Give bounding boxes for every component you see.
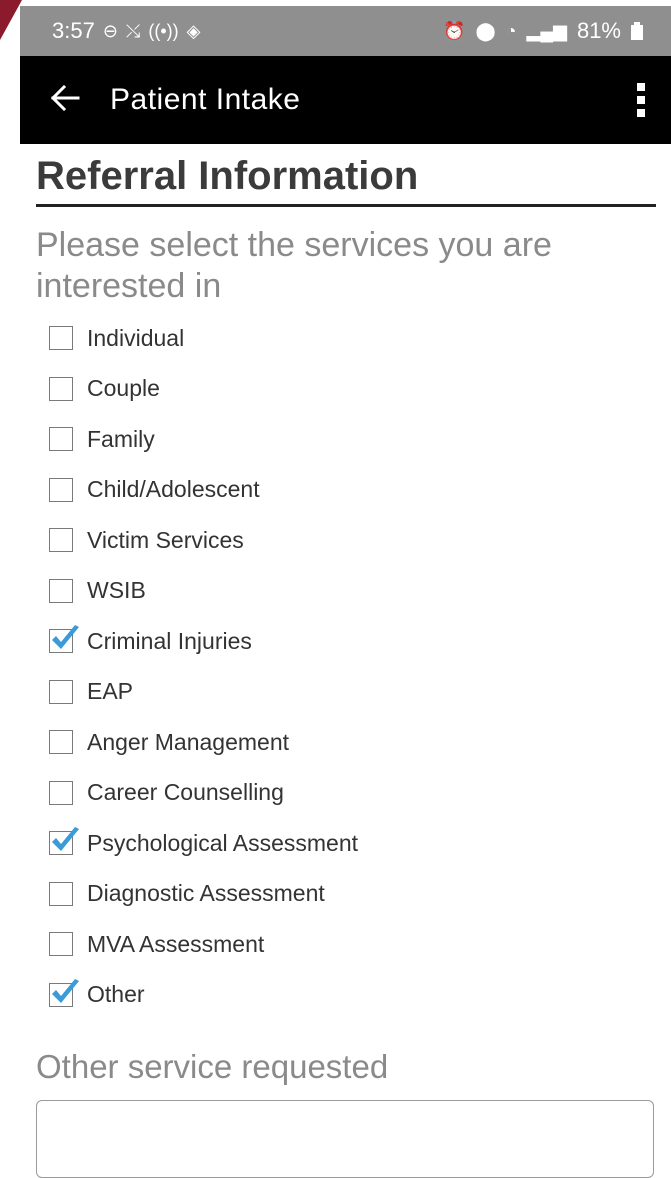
service-checkbox[interactable] [49, 780, 73, 805]
checkmark-icon [52, 827, 79, 852]
service-option-label: Couple [87, 375, 160, 402]
service-option-label: Anger Management [87, 728, 290, 755]
service-option[interactable]: Other [36, 970, 656, 1021]
battery-level: 81% [576, 18, 621, 43]
service-checkbox[interactable] [49, 827, 79, 856]
service-checkbox[interactable] [49, 679, 73, 704]
service-option-label: Criminal Injuries [87, 627, 252, 654]
service-option-label: Individual [87, 324, 185, 351]
hotspot-icon: ((•)) [148, 21, 179, 41]
service-option-label: MVA Assessment [87, 930, 265, 957]
service-option-label: Family [87, 425, 155, 452]
service-option[interactable]: Family [36, 414, 656, 465]
location-icon: ⬤ [475, 21, 496, 41]
service-option[interactable]: Psychological Assessment [36, 818, 656, 869]
checkmark-icon [52, 625, 79, 650]
service-option-label: Diagnostic Assessment [87, 880, 325, 907]
service-option-label: Career Counselling [87, 779, 284, 806]
navigation-icon: ◈ [186, 21, 201, 41]
status-time: 3:57 [52, 18, 95, 43]
service-checkbox[interactable] [49, 730, 73, 755]
service-checkbox[interactable] [49, 578, 73, 603]
back-button[interactable] [20, 82, 110, 119]
service-option[interactable]: Criminal Injuries [36, 616, 656, 667]
signal-icon: ▂▄▆ [526, 21, 567, 41]
missed-call-icon: ⤯ [125, 21, 141, 41]
service-option[interactable]: Career Counselling [36, 768, 656, 819]
do-not-disturb-icon: ⊖ [102, 21, 118, 41]
service-option[interactable]: Anger Management [36, 717, 656, 768]
other-service-label: Other service requested [36, 1048, 389, 1085]
status-left: 3:57 ⊖ ⤯ ((•)) ◈ [52, 18, 200, 44]
service-option-label: Psychological Assessment [87, 829, 359, 856]
alarm-icon: ⏰ [443, 21, 466, 41]
arrow-left-icon [50, 84, 80, 111]
service-checkbox[interactable] [49, 326, 73, 351]
app-bar: Patient Intake [20, 56, 671, 144]
service-checkbox[interactable] [49, 932, 73, 957]
service-option[interactable]: Victim Services [36, 515, 656, 566]
service-option[interactable]: Individual [36, 313, 656, 364]
service-option[interactable]: MVA Assessment [36, 919, 656, 970]
services-question: Please select the services you are inter… [36, 226, 552, 305]
service-option[interactable]: EAP [36, 667, 656, 718]
battery-icon [631, 22, 643, 40]
more-vertical-icon [637, 83, 645, 117]
services-checkbox-list: Individual Couple Family Child/Adolescent Vi… [36, 313, 656, 1020]
page-title: Patient Intake [110, 83, 301, 116]
wifi-icon: ◔ [505, 21, 517, 41]
service-option[interactable]: Diagnostic Assessment [36, 869, 656, 920]
service-checkbox[interactable] [49, 625, 79, 654]
checkmark-icon [52, 978, 79, 1003]
service-checkbox[interactable] [49, 427, 73, 452]
service-checkbox[interactable] [49, 376, 73, 401]
service-checkbox[interactable] [49, 477, 73, 502]
service-option-label: Child/Adolescent [87, 476, 260, 503]
form-content: Referral Information Please select the s… [36, 144, 656, 1178]
service-option-label: Victim Services [87, 526, 244, 553]
corner-accent [0, 0, 22, 40]
service-option-label: EAP [87, 678, 134, 705]
service-checkbox[interactable] [49, 978, 79, 1007]
service-checkbox[interactable] [49, 881, 73, 906]
overflow-menu-button[interactable] [611, 75, 671, 125]
service-checkbox[interactable] [49, 528, 73, 553]
status-bar: 3:57 ⊖ ⤯ ((•)) ◈ ⏰ ⬤ ◔ ▂▄▆ 81% [20, 6, 671, 56]
service-option[interactable]: WSIB [36, 566, 656, 617]
service-option[interactable]: Child/Adolescent [36, 465, 656, 516]
service-option-label: WSIB [87, 577, 146, 604]
section-title: Referral Information [36, 154, 656, 207]
status-right: ⏰ ⬤ ◔ ▂▄▆ 81% [443, 18, 643, 44]
service-option-label: Other [87, 981, 145, 1008]
other-service-input[interactable] [36, 1100, 654, 1178]
service-option[interactable]: Couple [36, 364, 656, 415]
